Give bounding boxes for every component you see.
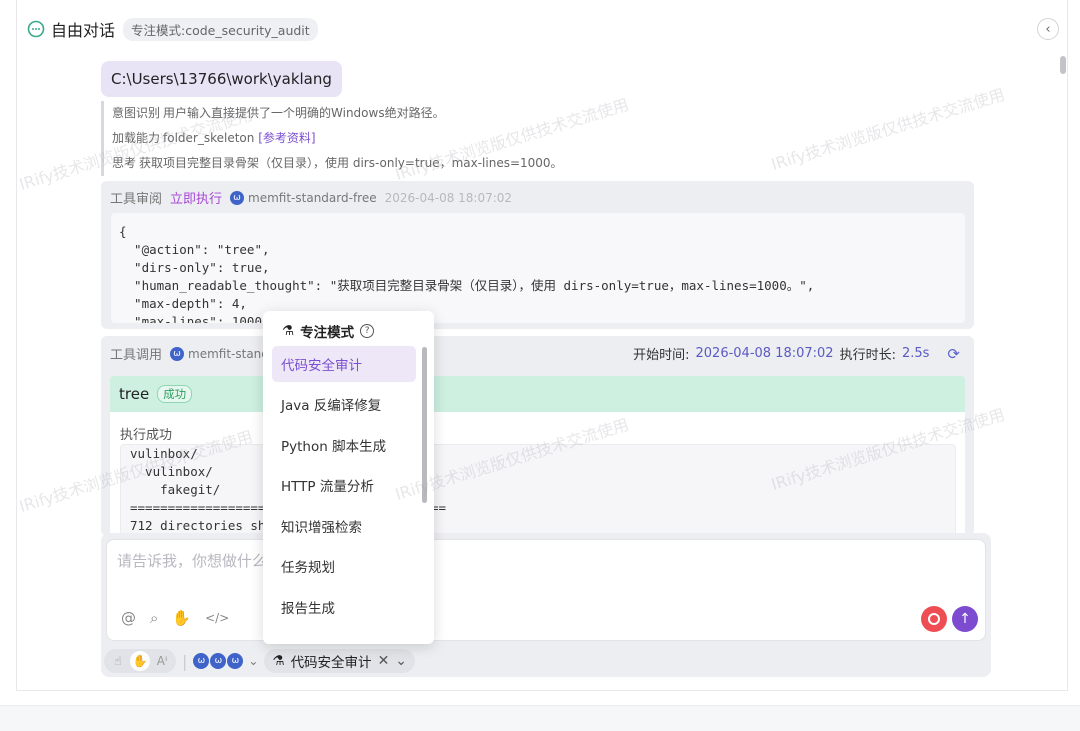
microscope-icon: ⚗: [272, 653, 285, 669]
code-line: "human_readable_thought": "获取项目完整目录骨架（仅目…: [119, 278, 815, 293]
selected-mode: 代码安全审计: [290, 655, 372, 671]
mode-option[interactable]: Java 反编译修复: [272, 386, 416, 422]
chevron-down-icon: ⌄: [248, 654, 259, 668]
result-line: ========================================…: [130, 499, 946, 517]
code-line: "max-depth": 4,: [119, 296, 247, 311]
thinking-block: 意图识别 用户输入直接提供了一个明确的Windows绝对路径。 加载能力 folde…: [101, 101, 563, 176]
input-box: @ ⌕ ✋ </> ↑: [106, 539, 986, 641]
think-text: 获取项目完整目录骨架（仅目录），使用 dirs-only=true，max-li…: [139, 156, 563, 170]
chat-bubble-icon: [27, 20, 45, 38]
model-icon: ω: [193, 653, 210, 669]
chat-scrollbar[interactable]: [1060, 56, 1066, 74]
chat-panel: 自由对话 专注模式:code_security_audit ‹ C:\Users…: [16, 0, 1068, 691]
arrow-up-icon: ↑: [959, 611, 971, 627]
model-icon: ω: [210, 653, 227, 669]
mode-option[interactable]: Python 脚本生成: [272, 427, 416, 463]
mode-option[interactable]: 任务规划: [272, 548, 416, 584]
result-line: vulinbox/: [130, 464, 213, 479]
intent-text: 用户输入直接提供了一个明确的Windows绝对路径。: [163, 106, 445, 120]
duration-label: 执行时长:: [839, 348, 896, 363]
tool-name: tree: [119, 385, 150, 403]
attachment-icon[interactable]: ⌕: [150, 609, 158, 627]
status-badge: 成功: [157, 385, 193, 403]
duration: 2.5s: [901, 346, 930, 361]
composer-bottom-bar: ☝ ✋ Aᴵ | ω ω ω ⌄ ⚗ 代码安全审计 ✕ ⌄: [104, 648, 416, 674]
help-icon[interactable]: ?: [360, 324, 375, 338]
clear-mode-icon[interactable]: ✕: [378, 653, 390, 669]
model-selector[interactable]: ω ω ω ⌄: [193, 653, 258, 669]
collapse-button[interactable]: ‹: [1037, 18, 1059, 40]
code-line: {: [119, 224, 127, 239]
code-line: "max-lines": 1000: [119, 314, 262, 323]
think-line: 思考 获取项目完整目录骨架（仅目录），使用 dirs-only=true，max-…: [112, 151, 563, 176]
divider: |: [182, 651, 188, 671]
stop-button[interactable]: [921, 606, 947, 632]
result-line: vulinbox/: [130, 446, 198, 461]
reference-link[interactable]: [参考资料]: [258, 131, 315, 145]
tool-call-card: 工具调用 ω memfit-standard-free 开始时间: 2026-0…: [101, 336, 974, 536]
model-icon: ω: [170, 346, 185, 361]
tool-result-header[interactable]: tree 成功: [110, 376, 965, 412]
chevron-left-icon: ‹: [1045, 21, 1051, 37]
mode-option[interactable]: HTTP 流量分析: [272, 467, 416, 503]
no-review-icon[interactable]: ✋: [130, 651, 150, 671]
footer-strip: [0, 705, 1080, 731]
header: 自由对话 专注模式:code_security_audit: [27, 17, 318, 41]
load-text: folder_skeleton: [163, 131, 255, 145]
user-message: C:\Users\13766\work\yaklang: [101, 61, 342, 97]
mode-option[interactable]: 知识增强检索: [272, 508, 416, 544]
review-toggle-group: ☝ ✋ Aᴵ: [104, 649, 176, 673]
code-line: "@action": "tree",: [119, 242, 270, 257]
params-code-box: { "@action": "tree", "dirs-only": true, …: [111, 213, 965, 323]
mode-option[interactable]: 报告生成: [272, 589, 416, 625]
load-line: 加载能力 folder_skeleton [参考资料]: [112, 126, 563, 151]
tool-result-area: 执行成功 vulinbox/ vulinbox/ fakegit/ ======…: [110, 412, 965, 536]
load-key: 加载能力: [112, 131, 161, 145]
microscope-icon: ⚗: [282, 323, 295, 339]
manual-review-icon[interactable]: ☝: [108, 651, 128, 671]
mode-option[interactable]: 代码安全审计: [272, 346, 416, 382]
model-icon: ω: [227, 653, 244, 669]
composer: @ ⌕ ✋ </> ↑ ☝ ✋ Aᴵ | ω ω ω ⌄ ⚗ 代码: [101, 533, 991, 677]
refresh-icon[interactable]: ⟳: [947, 345, 960, 363]
focus-mode-selector[interactable]: ⚗ 代码安全审计 ✕ ⌄: [264, 649, 416, 673]
result-line: fakegit/: [130, 482, 221, 497]
dropdown-title-text: 专注模式: [300, 325, 355, 341]
start-time: 2026-04-08 18:07:02: [695, 346, 834, 361]
code-icon[interactable]: </>: [205, 611, 229, 625]
code-line: "dirs-only": true,: [119, 260, 270, 275]
hand-icon[interactable]: ✋: [172, 609, 191, 627]
result-label: 执行成功: [120, 428, 173, 443]
input-tools: @ ⌕ ✋ </>: [121, 609, 229, 627]
model-icon: ω: [230, 190, 245, 205]
tool-call-meta: 开始时间: 2026-04-08 18:07:02 执行时长: 2.5s ⟳: [633, 344, 960, 364]
intent-line: 意图识别 用户输入直接提供了一个明确的Windows绝对路径。: [112, 101, 563, 126]
tool-review-header: 工具审阅 立即执行 ω memfit-standard-free 2026-04…: [110, 188, 512, 207]
review-time: 2026-04-08 18:07:02: [384, 190, 513, 205]
tool-call-label: 工具调用: [110, 348, 163, 363]
model-label: ω memfit-standard-free: [230, 190, 377, 205]
mention-icon[interactable]: @: [121, 609, 136, 627]
dropdown-scrollbar[interactable]: [422, 347, 427, 503]
tool-review-card: 工具审阅 立即执行 ω memfit-standard-free 2026-04…: [101, 181, 974, 329]
model-name: memfit-standard-free: [248, 190, 377, 205]
execute-now-button[interactable]: 立即执行: [170, 188, 222, 207]
chevron-down-icon[interactable]: ⌄: [395, 653, 407, 669]
ai-review-icon[interactable]: Aᴵ: [152, 651, 172, 671]
result-output: vulinbox/ vulinbox/ fakegit/ ===========…: [120, 444, 956, 536]
intent-key: 意图识别: [112, 106, 161, 120]
think-key: 思考: [112, 156, 137, 170]
dropdown-title: ⚗ 专注模式 ?: [282, 321, 375, 341]
focus-mode-tag: 专注模式:code_security_audit: [123, 17, 318, 41]
tool-review-label: 工具审阅: [110, 192, 163, 207]
page-title: 自由对话: [51, 21, 116, 40]
send-button[interactable]: ↑: [952, 606, 978, 632]
focus-mode-dropdown: ⚗ 专注模式 ? 代码安全审计 Java 反编译修复 Python 脚本生成 H…: [263, 311, 434, 644]
start-time-label: 开始时间:: [633, 348, 690, 363]
